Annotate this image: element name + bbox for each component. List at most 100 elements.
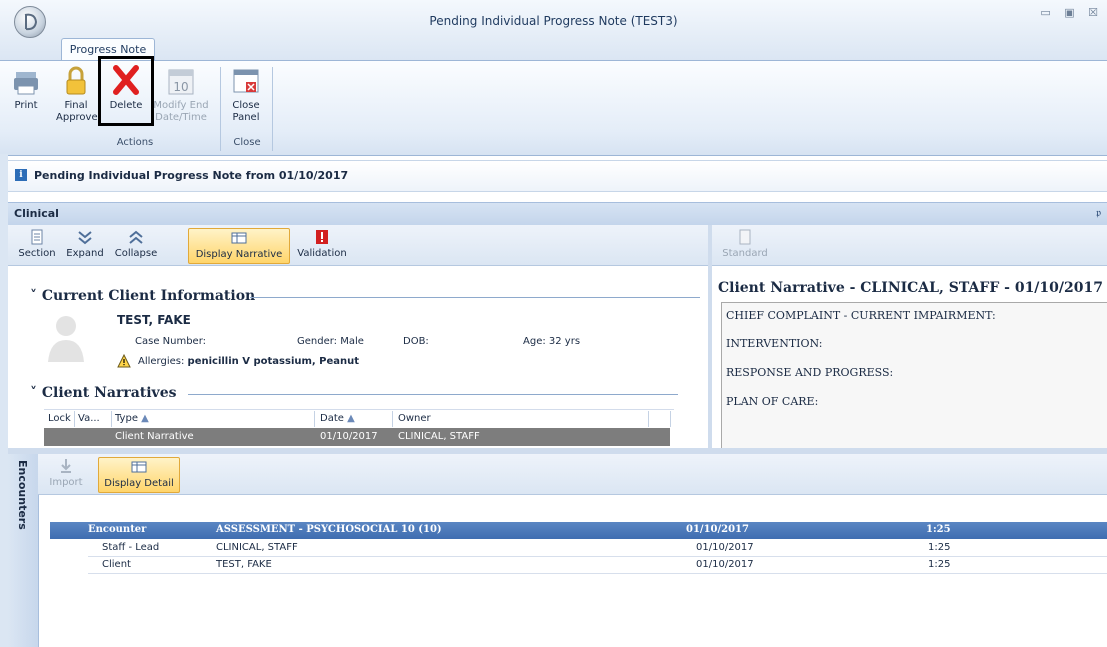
section-button[interactable]: Section [14, 228, 60, 260]
narrative-line: CHIEF COMPLAINT - CURRENT IMPAIRMENT: [726, 309, 996, 322]
printer-icon [14, 72, 38, 95]
clinical-toolbar: Section Expand Collapse Display Narrativ… [8, 225, 708, 266]
narrative-line: INTERVENTION: [726, 337, 823, 350]
col-sep [648, 411, 649, 427]
dob-label: DOB: [403, 336, 429, 347]
table-row[interactable]: Staff - Lead CLINICAL, STAFF 01/10/2017 … [88, 540, 1107, 557]
allergies-label: Allergies: [138, 356, 185, 367]
sort-up-icon: ▲ [347, 413, 355, 424]
col-sep [670, 411, 671, 427]
encounter-header-row[interactable]: Encounter ASSESSMENT - PSYCHOSOCIAL 10 (… [50, 522, 1107, 539]
avatar [48, 316, 84, 362]
encounters-toolbar: Import Display Detail [38, 454, 1107, 495]
display-narrative-button[interactable]: Display Narrative [188, 228, 290, 264]
encounter-date: 01/10/2017 [686, 524, 749, 535]
narrative-line: PLAN OF CARE: [726, 395, 819, 408]
validation-icon [316, 230, 328, 244]
close-panel-button[interactable]: Close Panel [227, 64, 265, 124]
standard-label: Standard [722, 248, 768, 259]
clinical-panel-header: Clinical 𝔭 [8, 202, 1107, 226]
allergies-field: Allergies: penicillin V potassium, Peanu… [138, 356, 359, 367]
close-panel-label-2: Panel [232, 112, 260, 123]
info-bar-text: Pending Individual Progress Note from 01… [34, 169, 349, 182]
lock-icon [66, 66, 86, 95]
age-value: Age: 32 yrs [523, 336, 581, 347]
modify-end-label: Modify End [153, 100, 209, 111]
col-sep [111, 411, 112, 427]
col-owner[interactable]: Owner [398, 413, 431, 424]
import-button[interactable]: Import [44, 457, 88, 489]
table-row[interactable]: Client Narrative 01/10/2017 CLINICAL, ST… [44, 428, 670, 446]
client-narratives-heading-text: Client Narratives [41, 385, 177, 401]
narratives-grid-header: Lock Va... Type ▲ Date ▲ Owner [44, 409, 674, 429]
calendar-day: 10 [173, 80, 188, 94]
row-role: Client [102, 559, 131, 570]
allergies-value: penicillin V potassium, Peanut [187, 356, 360, 367]
title-bar [0, 0, 1107, 60]
expand-button[interactable]: Expand [62, 228, 108, 260]
collapse-button[interactable]: Collapse [110, 228, 162, 260]
case-number-label: Case Number: [135, 336, 207, 347]
print-button[interactable]: Print [10, 64, 42, 112]
col-sep [314, 411, 315, 427]
narrative-title: Client Narrative - CLINICAL, STAFF - 01/… [718, 280, 1103, 296]
ribbon: Print Final Approve Delete 10 Modify End… [0, 60, 1107, 156]
validation-button[interactable]: Validation [292, 228, 352, 260]
info-icon: i [15, 169, 27, 181]
final-approve-label: Final [64, 100, 88, 111]
close-panel-icon [233, 69, 259, 93]
group-separator [272, 67, 273, 151]
display-narrative-icon [231, 232, 247, 244]
narrative-toolbar: Standard [712, 225, 1107, 266]
row-role: Staff - Lead [102, 542, 160, 553]
row-name: CLINICAL, STAFF [216, 542, 298, 553]
delete-highlight-box [98, 56, 154, 126]
divider [188, 394, 678, 395]
print-label: Print [14, 100, 38, 111]
encounters-side-tab[interactable]: Encounters [8, 454, 39, 647]
col-sep [74, 411, 75, 427]
client-info-heading[interactable]: ˅ Current Client Information [30, 288, 259, 304]
col-sep [392, 411, 393, 427]
display-detail-icon [131, 461, 147, 473]
col-date[interactable]: Date ▲ [320, 413, 355, 424]
expand-icon [78, 231, 92, 245]
gender-value: Gender: Male [297, 336, 364, 347]
collapse-icon [129, 230, 143, 244]
table-row[interactable]: Client TEST, FAKE 01/10/2017 1:25 [88, 557, 1107, 574]
row-date: 01/10/2017 [320, 431, 378, 442]
window-title: Pending Individual Progress Note (TEST3) [429, 14, 678, 28]
modify-end-datetime-button[interactable]: 10 Modify End Date/Time [150, 64, 212, 124]
import-label: Import [49, 477, 83, 488]
encounter-duration: 1:25 [926, 524, 951, 535]
row-name: TEST, FAKE [216, 559, 272, 570]
modify-end-label-2: Date/Time [155, 112, 207, 123]
display-detail-button[interactable]: Display Detail [98, 457, 180, 493]
group-label-actions: Actions [116, 137, 154, 148]
client-name: TEST, FAKE [117, 313, 191, 327]
final-approve-button[interactable]: Final Approve [56, 64, 98, 124]
encounters-title: Encounters [16, 460, 29, 530]
client-info-heading-text: Current Client Information [41, 288, 256, 304]
col-lock[interactable]: Lock [48, 413, 71, 424]
standard-button[interactable]: Standard [720, 228, 770, 260]
warning-icon [117, 354, 131, 368]
row-date: 01/10/2017 [696, 542, 754, 553]
narrative-line: RESPONSE AND PROGRESS: [726, 366, 894, 379]
col-date-label: Date [320, 413, 344, 424]
display-narrative-label: Display Narrative [195, 249, 283, 260]
row-duration: 1:25 [928, 542, 951, 553]
narrative-text-area[interactable]: CHIEF COMPLAINT - CURRENT IMPAIRMENT: IN… [721, 302, 1107, 454]
expand-label: Expand [66, 248, 104, 259]
calendar-icon: 10 [168, 69, 194, 95]
col-type-label: Type [115, 413, 138, 424]
col-type[interactable]: Type ▲ [115, 413, 149, 424]
client-narratives-heading[interactable]: ˅ Client Narratives [30, 385, 180, 401]
import-arrow-icon [61, 459, 71, 473]
close-panel-label: Close [232, 100, 260, 111]
group-separator [220, 67, 221, 151]
col-va[interactable]: Va... [78, 413, 100, 424]
window-controls[interactable]: ▭ ▣ ☒ [1040, 6, 1103, 19]
pin-icon[interactable]: 𝔭 [1096, 206, 1101, 220]
info-bar: i Pending Individual Progress Note from … [8, 160, 1107, 192]
